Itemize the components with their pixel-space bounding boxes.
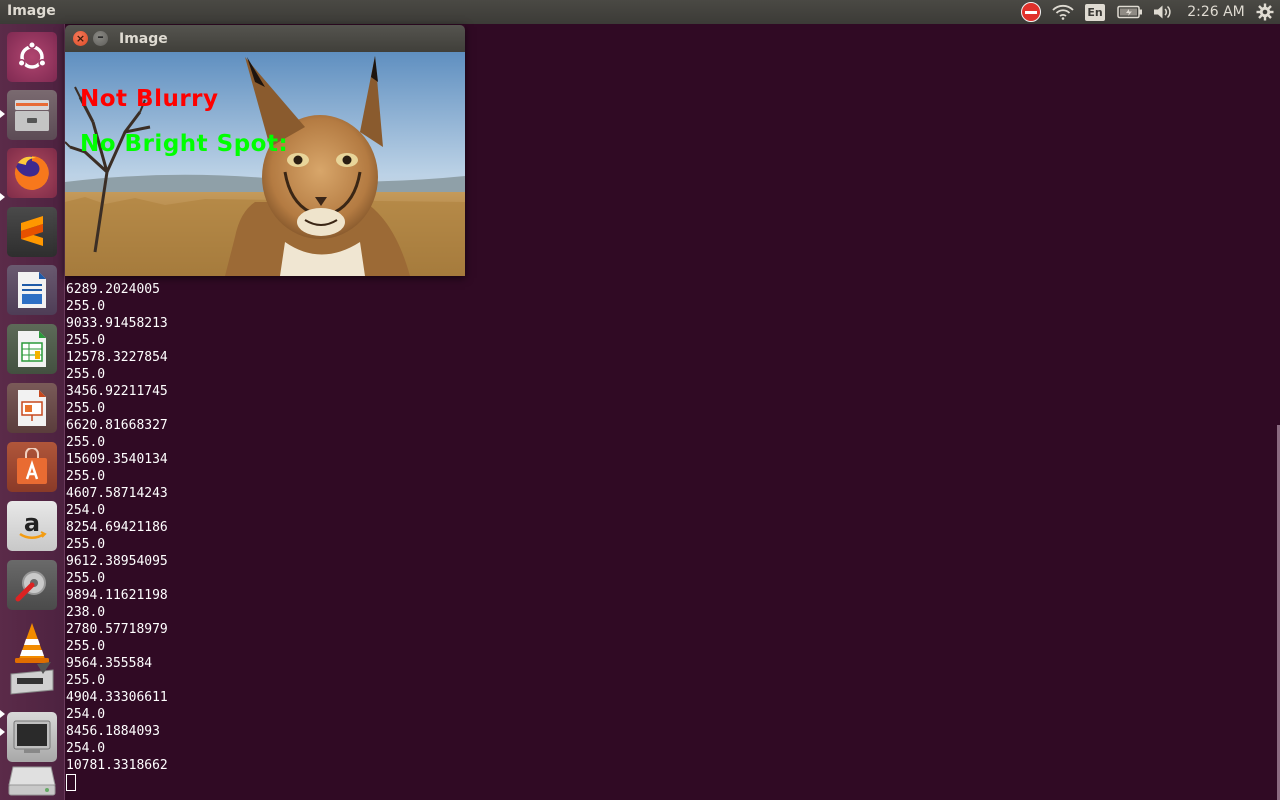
terminal-line: 2780.57718979 — [66, 622, 168, 637]
writer-icon[interactable] — [7, 265, 57, 315]
launcher: a — [0, 24, 65, 800]
terminal-output[interactable]: 255.0 6289.2024005 255.0 9033.91458213 2… — [66, 264, 1266, 791]
keyboard-layout-label: En — [1085, 3, 1105, 21]
terminal-line: 254.0 — [66, 741, 106, 756]
ubuntu-logo-icon[interactable] — [7, 32, 57, 82]
active-app-title: Image — [7, 3, 56, 19]
image-window-titlebar[interactable]: × – Image — [65, 25, 465, 52]
drive-icon[interactable] — [7, 760, 57, 800]
terminal-line: 12578.3227854 — [66, 350, 168, 365]
terminal-line: 255.0 — [66, 469, 106, 484]
keyboard-layout-indicator[interactable]: En — [1085, 0, 1105, 24]
clock[interactable]: 2:26 AM — [1184, 0, 1248, 24]
image-canvas: Not Blurry No Bright Spot: — [65, 52, 465, 276]
terminal-line: 255.0 — [66, 537, 106, 552]
terminal-line: 255.0 — [66, 299, 106, 314]
volume-icon[interactable] — [1151, 0, 1175, 24]
terminal-line: 255.0 — [66, 639, 106, 654]
terminal-line: 4607.58714243 — [66, 486, 168, 501]
running-indicator — [0, 110, 5, 118]
running-indicator — [0, 728, 5, 736]
wifi-icon[interactable] — [1050, 0, 1076, 24]
terminal-line: 6289.2024005 — [66, 282, 160, 297]
terminal-line: 255.0 — [66, 435, 106, 450]
firefox-icon[interactable] — [7, 148, 57, 198]
minimize-icon[interactable]: – — [93, 31, 108, 46]
terminal-line: 6620.81668327 — [66, 418, 168, 433]
terminal-line: 8254.69421186 — [66, 520, 168, 535]
image-window-title: Image — [119, 31, 168, 47]
terminal-line: 254.0 — [66, 707, 106, 722]
terminal-line: 255.0 — [66, 673, 106, 688]
battery-icon[interactable] — [1115, 0, 1145, 24]
sublime-text-icon[interactable] — [7, 207, 57, 257]
running-indicator — [0, 193, 5, 201]
scanner-icon[interactable] — [7, 660, 57, 704]
blur-status-text: Not Blurry — [80, 86, 219, 112]
calc-icon[interactable] — [7, 324, 57, 374]
terminal-line: 8456.1884093 — [66, 724, 160, 739]
terminal-line: 238.0 — [66, 605, 106, 620]
system-gear-icon[interactable] — [1253, 0, 1277, 24]
svg-text:a: a — [24, 509, 40, 537]
file-cabinet-icon[interactable] — [7, 90, 57, 140]
running-indicator — [0, 710, 5, 718]
terminal-line: 254.0 — [66, 503, 106, 518]
terminal-line: 255.0 — [66, 333, 106, 348]
shopping-bag-icon[interactable] — [7, 442, 57, 492]
terminal-line: 255.0 — [66, 367, 106, 382]
terminal-line: 10781.3318662 — [66, 758, 168, 773]
bright-spot-status-text: No Bright Spot: — [80, 131, 289, 157]
network-blocked-icon[interactable] — [1019, 0, 1043, 24]
terminal-line: 15609.3540134 — [66, 452, 168, 467]
monitor-icon[interactable] — [7, 712, 57, 762]
terminal-line: 9894.11621198 — [66, 588, 168, 603]
terminal-line: 4904.33306611 — [66, 690, 168, 705]
amazon-icon[interactable]: a — [7, 501, 57, 551]
terminal-line: 9033.91458213 — [66, 316, 168, 331]
terminal-line: 9612.38954095 — [66, 554, 168, 569]
wrench-gear-icon[interactable] — [7, 560, 57, 610]
image-window[interactable]: × – Image Not Blurry No Bright Spot: — [65, 25, 465, 276]
terminal-line: 255.0 — [66, 401, 106, 416]
terminal-cursor — [66, 774, 76, 791]
close-icon[interactable]: × — [73, 31, 88, 46]
impress-icon[interactable] — [7, 383, 57, 433]
terminal-line: 3456.92211745 — [66, 384, 168, 399]
top-panel: Image En 2:26 AM — [0, 0, 1280, 24]
terminal-line: 9564.355584 — [66, 656, 153, 671]
terminal-line: 255.0 — [66, 571, 106, 586]
